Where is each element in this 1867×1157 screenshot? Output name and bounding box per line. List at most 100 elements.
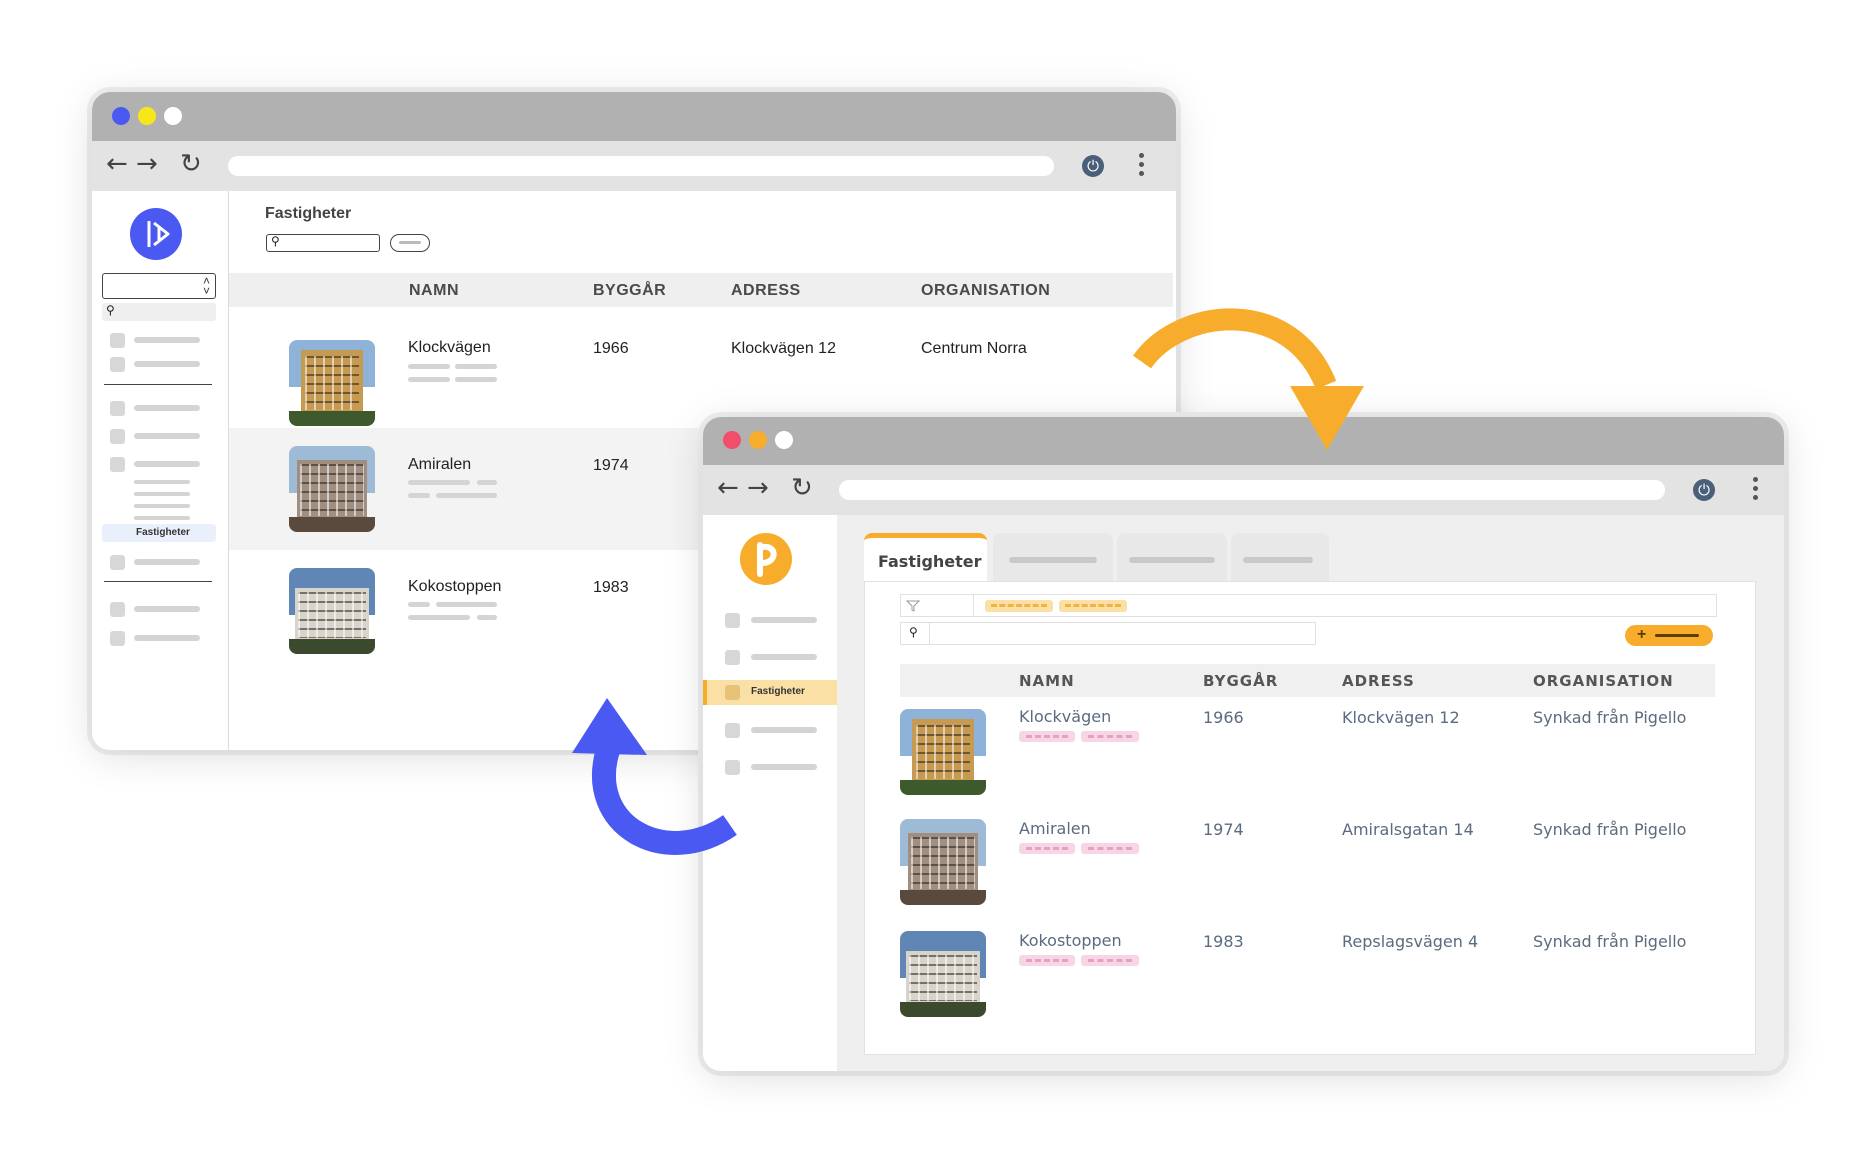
search-input[interactable]: ⚲ — [266, 234, 380, 252]
property-name[interactable]: Kokostoppen — [408, 578, 501, 596]
placeholder-line — [408, 602, 430, 607]
power-icon[interactable]: ⏻ — [1082, 155, 1104, 177]
sidebar-item-icon[interactable] — [725, 613, 740, 628]
property-photo — [289, 568, 375, 654]
column-header-namn[interactable]: NAMN — [1019, 672, 1075, 690]
sidebar-item-label — [751, 617, 817, 623]
sidebar-item-icon[interactable] — [110, 357, 125, 372]
placeholder-line — [455, 377, 497, 382]
tab-inactive[interactable] — [1117, 533, 1227, 581]
plus-icon: + — [1637, 626, 1647, 643]
filter-bar[interactable] — [900, 594, 1717, 617]
sidebar-item-label — [134, 337, 200, 343]
filter-icon — [906, 600, 920, 612]
filter-box[interactable] — [901, 595, 974, 616]
sidebar-item-icon[interactable] — [110, 333, 125, 348]
power-icon[interactable]: ⏻ — [1693, 479, 1715, 501]
organization-select[interactable]: ˄ ˅ — [102, 273, 216, 299]
property-photo — [900, 931, 986, 1017]
table-row[interactable]: Klockvägen 1966 Klockvägen 12 Centrum No… — [229, 307, 1173, 428]
column-header-byggar[interactable]: BYGGÅR — [1203, 672, 1278, 690]
table-row[interactable]: Kokostoppen 1983 Repslagsvägen 4 Synkad … — [900, 931, 1715, 1031]
sidebar-item-icon[interactable] — [725, 650, 740, 665]
sidebar-subitem[interactable] — [134, 516, 190, 520]
reload-icon[interactable]: ↻ — [791, 473, 813, 503]
property-name[interactable]: Amiralen — [408, 456, 471, 474]
property-name[interactable]: Kokostoppen — [1019, 931, 1122, 950]
maximize-dot[interactable] — [164, 107, 182, 125]
sidebar-subitem[interactable] — [134, 480, 190, 484]
tab-fastigheter[interactable]: Fastigheter — [864, 533, 987, 581]
property-year: 1966 — [1203, 708, 1244, 727]
sidebar-item-icon[interactable] — [110, 631, 125, 646]
add-property-button[interactable]: + — [1625, 625, 1713, 646]
arrow-left-icon[interactable]: ← — [717, 473, 739, 503]
sidebar-item-icon[interactable] — [110, 401, 125, 416]
tag-chip — [1019, 955, 1075, 966]
sidebar-subitem[interactable] — [134, 504, 190, 508]
tab-inactive[interactable] — [993, 533, 1113, 581]
property-name[interactable]: Klockvägen — [1019, 707, 1111, 726]
tag-chip — [1019, 843, 1075, 854]
sidebar-subitem[interactable] — [134, 492, 190, 496]
column-header-organisation[interactable]: ORGANISATION — [1533, 672, 1674, 690]
new-app-window: ← → ↻ ⏻ Fastigheter Fastigheter ⚲ + NAMN… — [703, 417, 1784, 1071]
close-dot[interactable] — [723, 431, 741, 449]
column-header-adress[interactable]: ADRESS — [731, 282, 801, 300]
tab-inactive[interactable] — [1231, 533, 1329, 581]
placeholder-line — [436, 602, 497, 607]
kebab-menu-icon[interactable] — [1753, 477, 1758, 504]
sidebar-item-icon[interactable] — [110, 429, 125, 444]
property-name[interactable]: Amiralen — [1019, 819, 1091, 838]
sidebar-item-label — [751, 727, 817, 733]
column-header-byggar[interactable]: BYGGÅR — [593, 282, 666, 300]
column-header-organisation[interactable]: ORGANISATION — [921, 282, 1050, 300]
arrow-right-icon[interactable]: → — [136, 149, 158, 179]
filter-chip[interactable] — [1059, 600, 1127, 612]
filter-button[interactable] — [390, 234, 430, 252]
arrow-left-icon[interactable]: ← — [106, 149, 128, 179]
new-address-bar: ← → ↻ ⏻ — [703, 465, 1784, 515]
table-row[interactable]: Klockvägen 1966 Klockvägen 12 Synkad frå… — [900, 707, 1715, 807]
sidebar-item-label — [134, 405, 200, 411]
close-dot[interactable] — [112, 107, 130, 125]
column-header-namn[interactable]: NAMN — [409, 282, 459, 300]
sidebar-item-label — [134, 559, 200, 565]
sidebar-item-icon[interactable] — [110, 555, 125, 570]
table-row[interactable]: Amiralen 1974 Amiralsgatan 14 Synkad frå… — [900, 819, 1715, 919]
minimize-dot[interactable] — [138, 107, 156, 125]
tab-label: Fastigheter — [878, 552, 982, 571]
page-title: Fastigheter — [265, 205, 352, 222]
minimize-dot[interactable] — [749, 431, 767, 449]
reload-icon[interactable]: ↻ — [180, 149, 202, 179]
placeholder-line — [408, 615, 470, 620]
column-header-adress[interactable]: ADRESS — [1342, 672, 1415, 690]
property-address: Klockvägen 12 — [1342, 708, 1460, 727]
property-address: Amiralsgatan 14 — [1342, 820, 1474, 839]
property-address: Klockvägen 12 — [731, 340, 836, 357]
old-address-bar: ← → ↻ ⏻ — [92, 141, 1176, 191]
content-panel: ⚲ + NAMN BYGGÅR ADRESS ORGANISATION Kloc… — [864, 581, 1756, 1055]
property-photo — [289, 446, 375, 532]
url-field[interactable] — [839, 480, 1665, 500]
sidebar-search-input[interactable]: ⚲ — [102, 303, 216, 321]
sidebar-divider — [104, 581, 212, 582]
sidebar-item-fastigheter[interactable]: Fastigheter — [102, 524, 216, 542]
kebab-menu-icon[interactable] — [1139, 153, 1144, 180]
maximize-dot[interactable] — [775, 431, 793, 449]
property-name[interactable]: Klockvägen — [408, 339, 491, 357]
arrow-right-icon[interactable]: → — [747, 473, 769, 503]
app-logo-icon — [740, 533, 792, 585]
sidebar-item-icon[interactable] — [110, 457, 125, 472]
sidebar-item-icon[interactable] — [110, 602, 125, 617]
placeholder-line — [408, 493, 430, 498]
search-icon: ⚲ — [271, 234, 280, 248]
tag-chip — [1081, 843, 1139, 854]
placeholder-line — [477, 480, 497, 485]
property-organisation: Synkad från Pigello — [1533, 932, 1687, 951]
url-field[interactable] — [228, 156, 1054, 176]
search-input[interactable]: ⚲ — [900, 622, 1316, 645]
filter-chip[interactable] — [985, 600, 1053, 612]
property-photo — [289, 340, 375, 426]
placeholder-line — [436, 493, 497, 498]
